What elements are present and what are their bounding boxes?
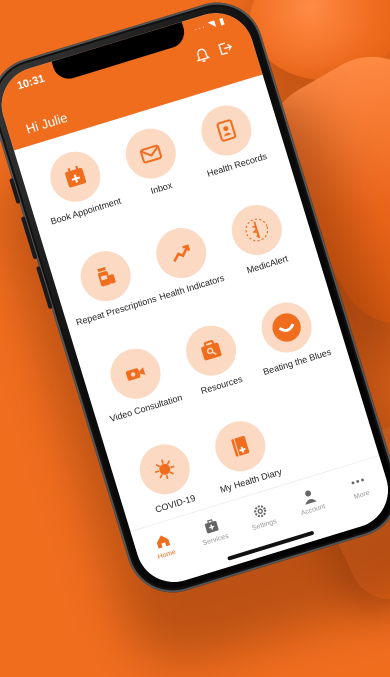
mail-icon	[139, 144, 163, 164]
bell-icon[interactable]	[192, 45, 212, 65]
medicalert-tile[interactable]: MedicAlert	[208, 193, 310, 282]
contact-card-icon	[216, 119, 237, 142]
logout-icon[interactable]	[215, 38, 235, 58]
tab-account[interactable]: Account	[282, 481, 339, 521]
gear-icon	[254, 505, 267, 518]
tab-label: Home	[156, 548, 177, 562]
beating-the-blues-tile[interactable]: Beating the Blues	[238, 291, 340, 380]
status-icons: ··· ◥ ▮	[192, 15, 227, 35]
trend-up-icon	[173, 244, 191, 263]
more-dots-icon	[351, 478, 364, 485]
greeting: Hi Julie	[24, 109, 70, 137]
person-icon	[305, 490, 317, 505]
health-records-tile[interactable]: Health Records	[178, 94, 280, 183]
status-time: 10:31	[15, 72, 47, 93]
caduceus-icon	[245, 218, 269, 242]
medical-bag-icon	[204, 519, 219, 534]
calendar-add-icon	[65, 165, 87, 188]
smile-icon	[272, 313, 301, 342]
diary-icon	[231, 435, 250, 457]
video-camera-icon	[125, 367, 146, 381]
pill-bottles-icon	[97, 266, 116, 287]
resource-folder-icon	[201, 340, 222, 361]
tab-more[interactable]: More	[331, 466, 388, 506]
tab-settings[interactable]: Settings	[233, 496, 290, 536]
tab-home[interactable]: Home	[135, 526, 192, 566]
tab-label: More	[353, 489, 371, 501]
tab-services[interactable]: Services	[184, 511, 241, 551]
virus-icon	[154, 459, 175, 480]
home-icon	[156, 535, 171, 549]
